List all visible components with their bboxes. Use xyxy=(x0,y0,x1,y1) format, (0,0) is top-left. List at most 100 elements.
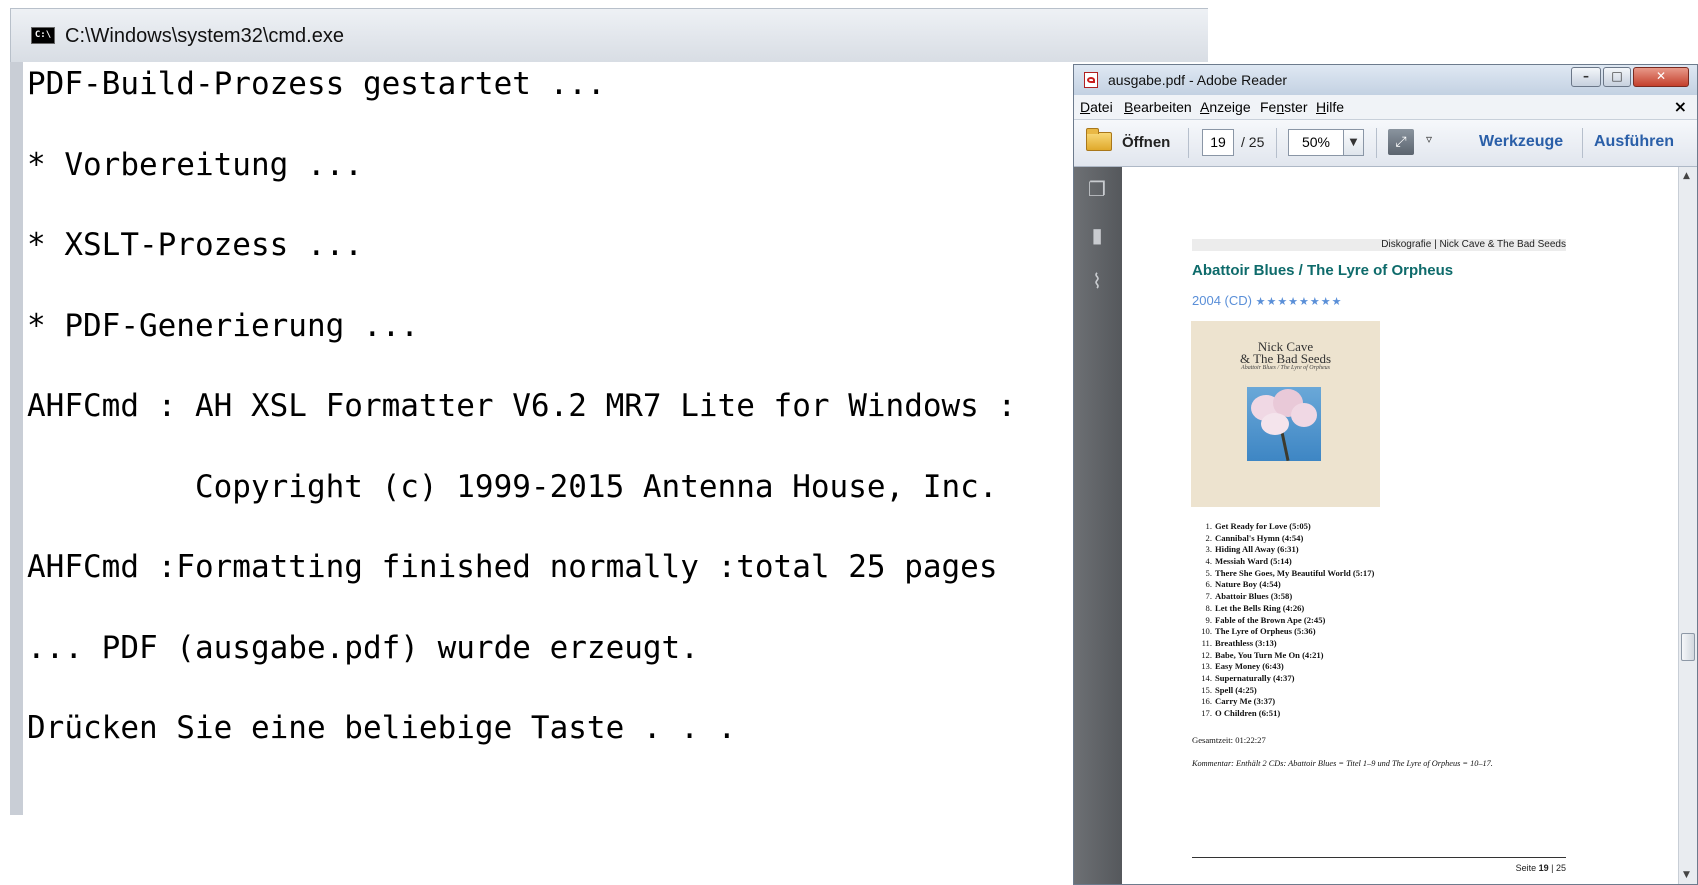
menu-mnemonic: B xyxy=(1124,99,1134,115)
track-number: 7. xyxy=(1205,591,1212,602)
cover-artist: Nick Cave & The Bad Seeds xyxy=(1191,340,1380,366)
footer-total: | 25 xyxy=(1548,863,1566,873)
scroll-up-icon[interactable]: ▲ xyxy=(1683,171,1690,181)
menu-hilfe[interactable]: Hilfe xyxy=(1316,99,1344,115)
menu-datei[interactable]: Datei xyxy=(1080,99,1113,115)
menu-mnemonic: n xyxy=(1276,99,1285,115)
track-title: The Lyre of Orpheus (5:36) xyxy=(1215,626,1316,637)
track-number: 14. xyxy=(1201,672,1212,683)
photo-blossom xyxy=(1291,403,1317,427)
fit-page-icon[interactable]: ⤢ xyxy=(1388,129,1414,155)
open-folder-icon[interactable] xyxy=(1086,128,1112,151)
footer-label: Seite xyxy=(1515,863,1539,873)
track-number: 17. xyxy=(1201,708,1212,718)
rating-stars: ★★★★★★★★ xyxy=(1255,295,1343,308)
menu-label: Fe xyxy=(1260,99,1277,115)
track-number: 8. xyxy=(1205,602,1212,613)
page-header: Diskografie | Nick Cave & The Bad Seeds xyxy=(1381,239,1566,250)
document-view[interactable]: Diskografie | Nick Cave & The Bad Seeds … xyxy=(1122,167,1678,884)
track-item: 8. Let the Bells Ring (4:26) xyxy=(1194,603,1374,615)
track-item: 14. Supernaturally (4:37) xyxy=(1194,673,1374,685)
track-item: 1. Get Ready for Love (5:05) xyxy=(1194,521,1374,533)
toolbar-divider xyxy=(1582,128,1583,158)
console-output[interactable]: PDF-Build-Prozess gestartet ... * Vorber… xyxy=(23,62,1208,815)
menu-fenster[interactable]: Fenster xyxy=(1260,99,1307,115)
year-format-text: 2004 (CD) xyxy=(1192,293,1252,308)
cover-subtitle: Abattoir Blues / The Lyre of Orpheus xyxy=(1241,365,1330,371)
menu-label: nzeige xyxy=(1209,99,1251,115)
track-item: 11. Breathless (3:13) xyxy=(1194,638,1374,650)
reader-window-title: ausgabe.pdf - Adobe Reader xyxy=(1108,72,1288,88)
pdf-app-icon xyxy=(1084,72,1098,88)
console-line: AHFCmd :Formatting finished normally :to… xyxy=(27,549,998,585)
track-title: Messiah Ward (5:14) xyxy=(1215,556,1292,567)
maximize-button[interactable]: □ xyxy=(1603,67,1631,87)
track-title: Fable of the Brown Ape (2:45) xyxy=(1215,614,1326,625)
track-number: 15. xyxy=(1201,684,1212,695)
track-item: 13. Easy Money (6:43) xyxy=(1194,661,1374,673)
cmd-titlebar[interactable]: C:\ C:\Windows\system32\cmd.exe xyxy=(10,8,1208,62)
track-number: 16. xyxy=(1201,696,1212,707)
minimize-button[interactable]: – xyxy=(1571,67,1601,87)
page-footer-rule xyxy=(1192,857,1566,858)
menu-mnemonic: A xyxy=(1200,99,1210,115)
menu-bar: Datei Bearbeiten Anzeige Fenster Hilfe × xyxy=(1074,95,1697,120)
track-title: Nature Boy (4:54) xyxy=(1215,579,1281,590)
menu-label: atei xyxy=(1090,99,1113,115)
track-item: 5. There She Goes, My Beautiful World (5:… xyxy=(1194,567,1375,580)
track-item: 16. Carry Me (3:37) xyxy=(1194,696,1374,708)
track-title: Abattoir Blues (3:58) xyxy=(1215,591,1293,602)
track-number: 13. xyxy=(1201,661,1212,672)
track-item: 3. Hiding All Away (6:31) xyxy=(1194,544,1374,556)
track-item: 6. Nature Boy (4:54) xyxy=(1194,579,1374,591)
bookmark-icon[interactable]: ▮ xyxy=(1086,223,1108,247)
reader-titlebar[interactable]: ausgabe.pdf - Adobe Reader – □ ✕ xyxy=(1074,65,1697,95)
track-title: Babe, You Turn Me On (4:21) xyxy=(1215,649,1324,660)
zoom-dropdown-button[interactable]: ▼ xyxy=(1344,129,1364,156)
track-number: 4. xyxy=(1205,556,1212,567)
track-number: 6. xyxy=(1205,579,1212,590)
page-number-input[interactable]: 19 xyxy=(1202,129,1234,156)
scroll-down-icon[interactable]: ▼ xyxy=(1683,870,1690,880)
menu-bearbeiten[interactable]: Bearbeiten xyxy=(1124,99,1192,115)
reader-toolbar: Öffnen 19 / 25 50% ▼ ⤢ ▿ Werkzeuge Ausfü… xyxy=(1074,120,1697,167)
close-button[interactable]: ✕ xyxy=(1633,67,1689,87)
console-line: * Vorbereitung ... xyxy=(27,147,363,183)
footer-page-number: 19 xyxy=(1538,863,1549,873)
album-comment: Kommentar: Enthält 2 CDs: Abattoir Blues… xyxy=(1192,759,1493,768)
open-button[interactable]: Öffnen xyxy=(1122,134,1170,151)
cover-artist-line: & The Bad Seeds xyxy=(1239,351,1332,366)
toolbar-divider xyxy=(1376,128,1377,158)
vertical-scrollbar[interactable]: ▲ ▼ xyxy=(1678,167,1697,884)
track-title: Carry Me (3:37) xyxy=(1215,696,1276,707)
tools-button[interactable]: Werkzeuge xyxy=(1479,133,1563,151)
close-document-icon[interactable]: × xyxy=(1674,97,1687,116)
cover-photo xyxy=(1247,387,1321,461)
photo-blossom xyxy=(1261,413,1289,435)
attachment-icon[interactable]: ⌇ xyxy=(1086,269,1108,293)
menu-label: ilfe xyxy=(1326,99,1345,115)
track-title: There She Goes, My Beautiful World (5:17… xyxy=(1215,567,1375,578)
cmd-window: C:\ C:\Windows\system32\cmd.exe PDF-Buil… xyxy=(0,0,1208,815)
track-title: Cannibal's Hymn (4:54) xyxy=(1215,532,1304,543)
pages-icon[interactable]: ❐ xyxy=(1086,177,1108,201)
menu-anzeige[interactable]: Anzeige xyxy=(1200,99,1251,115)
track-item: 10. The Lyre of Orpheus (5:36) xyxy=(1194,626,1374,638)
page-count: / 25 xyxy=(1241,134,1265,150)
navigation-panel: ❐ ▮ ⌇ xyxy=(1074,167,1122,884)
execute-button[interactable]: Ausführen xyxy=(1594,133,1697,151)
adobe-reader-window: ausgabe.pdf - Adobe Reader – □ ✕ Datei B… xyxy=(1073,64,1698,885)
console-line: ... PDF (ausgabe.pdf) wurde erzeugt. xyxy=(27,630,699,666)
toolbar-more-icon[interactable]: ▿ xyxy=(1426,132,1432,146)
track-item: 2. Cannibal's Hymn (4:54) xyxy=(1194,533,1374,545)
menu-mnemonic: D xyxy=(1080,99,1091,115)
track-title: Supernaturally (4:37) xyxy=(1215,672,1295,683)
track-title: Easy Money (6:43) xyxy=(1215,661,1284,672)
track-title: Let the Bells Ring (4:26) xyxy=(1215,602,1305,613)
console-line: PDF-Build-Prozess gestartet ... xyxy=(27,66,606,102)
track-item: 7. Abattoir Blues (3:58) xyxy=(1194,591,1374,603)
scrollbar-thumb[interactable] xyxy=(1681,633,1695,661)
cmd-window-title: C:\Windows\system32\cmd.exe xyxy=(65,25,344,47)
zoom-input[interactable]: 50% xyxy=(1288,129,1344,156)
menu-label: earbeiten xyxy=(1133,99,1192,115)
